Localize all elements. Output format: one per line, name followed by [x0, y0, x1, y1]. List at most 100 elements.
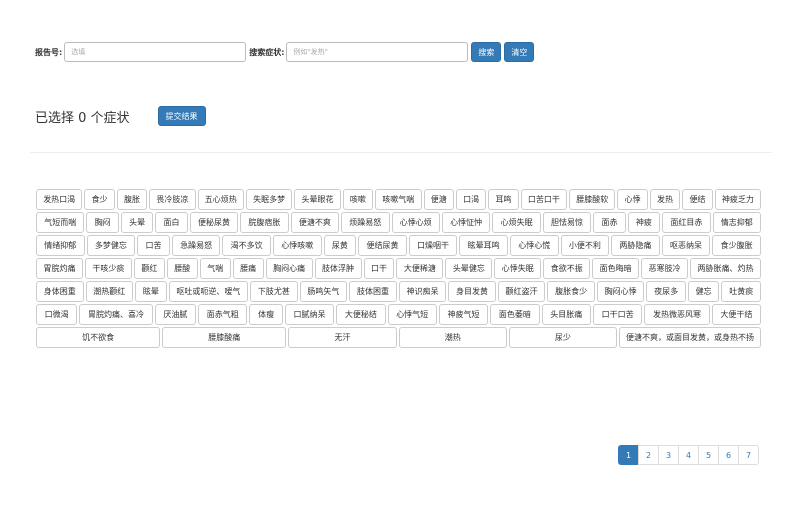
- symptom-tag[interactable]: 失眠多梦: [245, 189, 293, 210]
- symptom-tag[interactable]: 口干: [363, 258, 395, 279]
- symptom-tag[interactable]: 口渴: [455, 189, 487, 210]
- symptom-tag[interactable]: 畏冷肢凉: [149, 189, 196, 210]
- symptom-tag[interactable]: 大便稀溏: [396, 258, 444, 279]
- page-6[interactable]: 6: [718, 445, 739, 465]
- symptom-tag[interactable]: 呕吐或呃逆、嗳气: [168, 281, 249, 302]
- symptom-tag[interactable]: 厌油腻: [154, 304, 197, 325]
- symptom-tag[interactable]: 吐黄痰: [721, 281, 761, 302]
- symptom-tag[interactable]: 胸闷: [86, 212, 119, 233]
- symptom-tag[interactable]: 大便秘结: [336, 304, 386, 325]
- symptom-tag[interactable]: 气喘: [199, 258, 231, 279]
- symptom-tag[interactable]: 便结尿黄: [358, 235, 407, 256]
- symptom-tag[interactable]: 无汗: [288, 327, 397, 348]
- symptom-tag[interactable]: 颧红: [133, 258, 165, 279]
- symptom-tag[interactable]: 心烦失眠: [492, 212, 541, 233]
- page-1[interactable]: 1: [618, 445, 639, 465]
- symptom-tag[interactable]: 便溏不爽: [290, 212, 340, 233]
- symptom-tag[interactable]: 心悸咳嗽: [272, 235, 322, 256]
- symptom-tag[interactable]: 腹胀: [116, 189, 148, 210]
- symptom-tag[interactable]: 潮热: [398, 327, 507, 348]
- symptom-tag[interactable]: 肠鸣矢气: [299, 281, 348, 302]
- symptom-tag[interactable]: 心悸气短: [387, 304, 437, 325]
- symptom-tag[interactable]: 神识痴呆: [398, 281, 447, 302]
- symptom-tag[interactable]: 口燥咽干: [408, 235, 458, 256]
- symptom-tag[interactable]: 夜尿多: [646, 281, 686, 302]
- symptom-tag[interactable]: 情志抑郁: [712, 212, 761, 233]
- symptom-tag[interactable]: 腰膝酸软: [569, 189, 616, 210]
- symptom-tag[interactable]: 面红目赤: [662, 212, 711, 233]
- symptom-tag[interactable]: 食少: [84, 189, 115, 210]
- page-7[interactable]: 7: [738, 445, 759, 465]
- symptom-tag[interactable]: 便溏不爽，或面目发黄，或身热不扬: [619, 327, 762, 348]
- symptom-tag[interactable]: 身体困重: [36, 281, 84, 302]
- symptom-tag[interactable]: 神疲: [627, 212, 661, 233]
- symptom-tag[interactable]: 心悸心烦: [391, 212, 440, 233]
- symptom-tag[interactable]: 五心烦热: [197, 189, 244, 210]
- symptom-tag[interactable]: 口干口苦: [592, 304, 643, 325]
- symptom-tag[interactable]: 腰酸: [166, 258, 198, 279]
- symptom-tag[interactable]: 下肢尤甚: [250, 281, 298, 302]
- symptom-tag[interactable]: 口微渴: [36, 304, 78, 325]
- symptom-tag[interactable]: 咳嗽: [342, 189, 374, 210]
- symptom-tag[interactable]: 恶寒肢冷: [641, 258, 689, 279]
- symptom-tag[interactable]: 食欲不振: [543, 258, 591, 279]
- symptom-tag[interactable]: 口苦: [137, 235, 170, 256]
- symptom-tag[interactable]: 便溏: [423, 189, 454, 210]
- symptom-tag[interactable]: 急躁易怒: [171, 235, 221, 256]
- symptom-tag[interactable]: 心悸心慌: [509, 235, 559, 256]
- symptom-tag[interactable]: 头晕: [120, 212, 154, 233]
- symptom-tag[interactable]: 发热微恶风寒: [644, 304, 710, 325]
- symptom-tag[interactable]: 神疲乏力: [714, 189, 762, 210]
- symptom-tag[interactable]: 眩晕: [135, 281, 167, 302]
- symptom-tag[interactable]: 面白: [155, 212, 188, 233]
- symptom-tag[interactable]: 小便不利: [560, 235, 610, 256]
- symptom-tag[interactable]: 头目胀痛: [541, 304, 591, 325]
- symptom-tag[interactable]: 眩晕耳鸣: [459, 235, 508, 256]
- symptom-tag[interactable]: 咳嗽气喘: [375, 189, 422, 210]
- symptom-tag[interactable]: 面色萎暗: [490, 304, 540, 325]
- symptom-tag[interactable]: 潮热颧红: [85, 281, 134, 302]
- symptom-tag[interactable]: 耳鸣: [488, 189, 519, 210]
- symptom-tag[interactable]: 肢体浮肿: [314, 258, 362, 279]
- page-2[interactable]: 2: [638, 445, 659, 465]
- page-3[interactable]: 3: [658, 445, 679, 465]
- symptom-search-input[interactable]: [286, 42, 469, 62]
- symptom-tag[interactable]: 身目发黄: [448, 281, 496, 302]
- symptom-tag[interactable]: 面赤: [593, 212, 626, 233]
- symptom-tag[interactable]: 便结: [682, 189, 713, 210]
- symptom-tag[interactable]: 肢体困重: [349, 281, 397, 302]
- clear-button[interactable]: 清空: [504, 42, 535, 62]
- symptom-tag[interactable]: 脘腹痞胀: [240, 212, 289, 233]
- symptom-tag[interactable]: 头晕眼花: [294, 189, 341, 210]
- symptom-tag[interactable]: 呕恶纳呆: [661, 235, 711, 256]
- symptom-tag[interactable]: 烦躁易怒: [341, 212, 390, 233]
- page-5[interactable]: 5: [698, 445, 719, 465]
- symptom-tag[interactable]: 面赤气粗: [198, 304, 248, 325]
- symptom-tag[interactable]: 体瘦: [249, 304, 283, 325]
- symptom-tag[interactable]: 便秘尿黄: [189, 212, 239, 233]
- symptom-tag[interactable]: 情绪抑郁: [36, 235, 85, 256]
- symptom-tag[interactable]: 面色晦暗: [592, 258, 640, 279]
- symptom-tag[interactable]: 胃脘灼痛、喜冷: [79, 304, 153, 325]
- submit-results-button[interactable]: 提交结果: [157, 106, 206, 126]
- symptom-tag[interactable]: 腹胀食少: [547, 281, 595, 302]
- symptom-tag[interactable]: 饥不欲食: [36, 327, 161, 348]
- symptom-tag[interactable]: 腰膝酸痛: [162, 327, 287, 348]
- symptom-tag[interactable]: 腰痛: [232, 258, 264, 279]
- search-button[interactable]: 搜索: [471, 42, 502, 62]
- symptom-tag[interactable]: 颧红盗汗: [497, 281, 546, 302]
- symptom-tag[interactable]: 渴不多饮: [222, 235, 271, 256]
- symptom-tag[interactable]: 两胁胀痛、灼热: [690, 258, 761, 279]
- symptom-tag[interactable]: 大便干结: [711, 304, 762, 325]
- symptom-tag[interactable]: 尿黄: [323, 235, 357, 256]
- symptom-tag[interactable]: 口苦口干: [520, 189, 568, 210]
- symptom-tag[interactable]: 两胁隐痛: [611, 235, 660, 256]
- symptom-tag[interactable]: 口腻纳呆: [284, 304, 335, 325]
- report-number-input[interactable]: [64, 42, 247, 62]
- symptom-tag[interactable]: 食少腹胀: [712, 235, 761, 256]
- symptom-tag[interactable]: 胸闷心痛: [265, 258, 313, 279]
- symptom-tag[interactable]: 神疲气短: [438, 304, 489, 325]
- symptom-tag[interactable]: 心悸怔忡: [441, 212, 491, 233]
- symptom-tag[interactable]: 气短而喘: [36, 212, 85, 233]
- symptom-tag[interactable]: 胆怯易惊: [542, 212, 592, 233]
